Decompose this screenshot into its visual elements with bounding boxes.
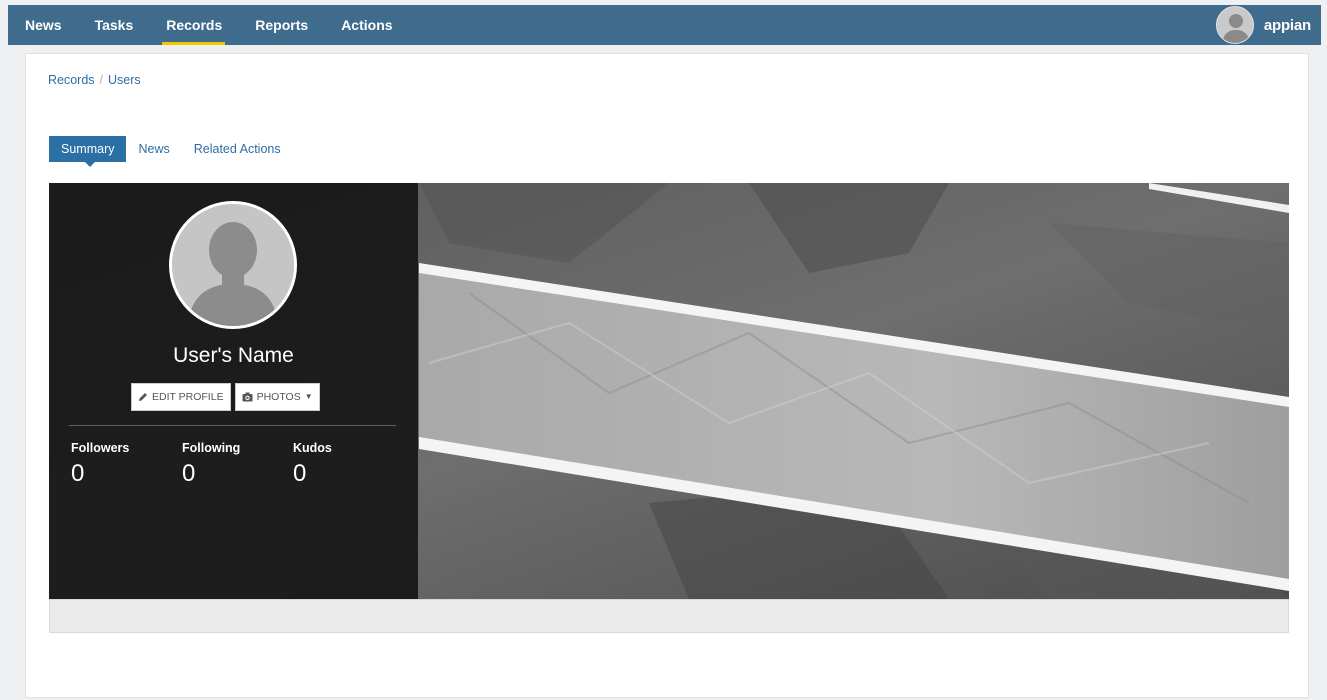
stat-label: Following — [182, 441, 241, 455]
stat-label: Followers — [71, 441, 130, 455]
profile-banner: User's Name EDIT PROFILE PHOTOS ▼ Follow… — [49, 183, 1289, 599]
photos-label: PHOTOS — [256, 391, 301, 403]
top-navigation-bar: News Tasks Records Reports Actions appia… — [8, 5, 1321, 45]
nav-records[interactable]: Records — [149, 5, 238, 45]
stat-following[interactable]: Following 0 — [182, 441, 240, 488]
nav-tasks[interactable]: Tasks — [78, 5, 150, 45]
caret-down-icon: ▼ — [304, 392, 313, 401]
nav-actions[interactable]: Actions — [324, 5, 408, 45]
appian-logo[interactable]: appian — [1264, 17, 1311, 34]
divider — [69, 425, 396, 426]
nav-reports[interactable]: Reports — [238, 5, 324, 45]
stat-value: 0 — [71, 460, 85, 487]
pencil-icon — [138, 392, 148, 402]
profile-avatar-icon[interactable] — [169, 201, 297, 329]
breadcrumb-separator: / — [99, 73, 104, 87]
nav-news[interactable]: News — [8, 5, 78, 45]
edit-profile-label: EDIT PROFILE — [152, 391, 224, 403]
banner-footer-strip — [49, 599, 1289, 633]
tab-related-actions[interactable]: Related Actions — [182, 136, 293, 162]
stat-label: Kudos — [293, 441, 332, 455]
user-name: User's Name — [173, 344, 294, 367]
breadcrumb-records-link[interactable]: Records — [48, 73, 95, 87]
tab-news[interactable]: News — [126, 136, 181, 162]
record-tabs: Summary News Related Actions — [49, 136, 293, 167]
stat-kudos[interactable]: Kudos 0 — [293, 441, 332, 488]
tab-summary[interactable]: Summary — [49, 136, 127, 167]
edit-profile-button[interactable]: EDIT PROFILE — [131, 383, 231, 411]
record-card: Records / Users Summary News Related Actio… — [25, 53, 1309, 698]
user-avatar-icon[interactable] — [1215, 6, 1254, 44]
profile-panel: User's Name EDIT PROFILE PHOTOS ▼ Follow… — [49, 183, 418, 599]
breadcrumb: Records / Users — [48, 73, 141, 87]
account-area: appian — [1215, 5, 1311, 45]
stat-value: 0 — [182, 460, 196, 487]
stat-value: 0 — [293, 460, 307, 487]
profile-actions: EDIT PROFILE PHOTOS ▼ — [131, 383, 324, 411]
camera-icon — [242, 392, 253, 402]
breadcrumb-users-link[interactable]: Users — [108, 73, 141, 87]
primary-nav: News Tasks Records Reports Actions — [8, 5, 409, 45]
photos-dropdown-button[interactable]: PHOTOS ▼ — [234, 383, 320, 411]
stat-followers[interactable]: Followers 0 — [71, 441, 129, 488]
